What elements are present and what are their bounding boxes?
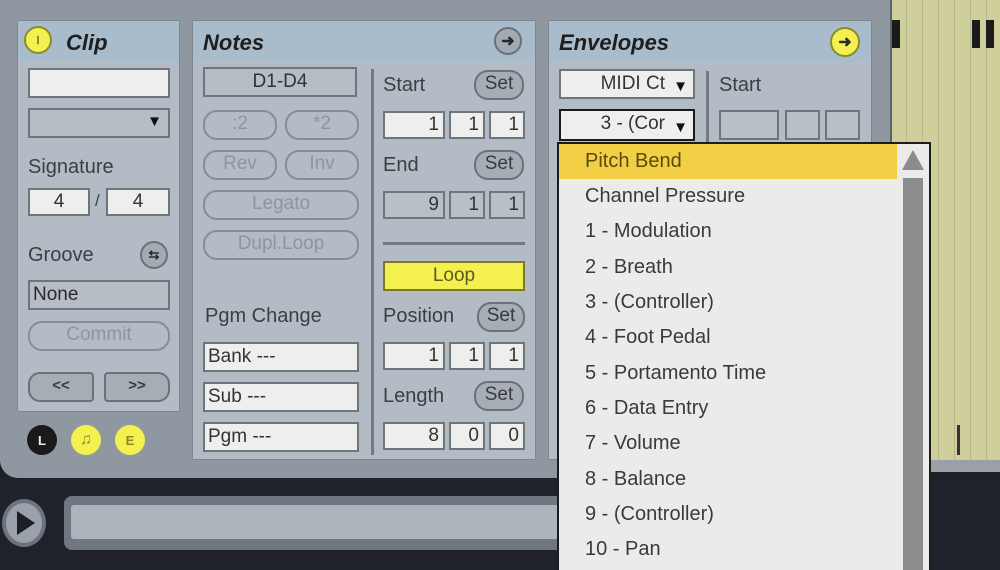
groove-field[interactable]: None xyxy=(28,280,170,310)
start-set-button[interactable]: Set xyxy=(474,70,524,100)
envelopes-divider xyxy=(706,71,709,151)
note-range-field[interactable]: D1-D4 xyxy=(203,67,357,97)
notes-expand-button[interactable]: ➜ xyxy=(494,27,522,55)
position-label: Position xyxy=(383,305,455,327)
clip-panel: ⏽ Clip ▼ Signature 4 / 4 Groove ⇆ None C… xyxy=(17,20,180,412)
clip-marker xyxy=(892,20,900,48)
envelopes-expand-button[interactable]: ➜ xyxy=(830,27,860,57)
position-sixteenth-field[interactable]: 1 xyxy=(489,342,525,370)
reverse-button[interactable]: Rev xyxy=(203,150,277,180)
start-sixteenth-field[interactable]: 1 xyxy=(489,111,525,139)
double-time-button[interactable]: *2 xyxy=(285,110,359,140)
envelope-start-beat-field[interactable] xyxy=(785,110,820,140)
length-beat-field[interactable]: 0 xyxy=(449,422,485,450)
notes-title: Notes xyxy=(203,30,265,55)
loop-toggle[interactable]: Loop xyxy=(383,261,525,291)
commit-button[interactable]: Commit xyxy=(28,321,170,351)
swap-icon: ⇆ xyxy=(148,247,160,262)
envelope-start-label: Start xyxy=(719,74,762,96)
chevron-down-icon: ▼ xyxy=(147,113,162,130)
clip-name-field[interactable] xyxy=(28,68,170,98)
dropdown-item[interactable]: 3 - (Controller) xyxy=(559,285,897,320)
start-label: Start xyxy=(383,74,426,96)
prev-button[interactable]: << xyxy=(28,372,94,402)
arrow-right-icon: ➜ xyxy=(838,34,852,51)
envelope-start-bar-field[interactable] xyxy=(719,110,779,140)
end-bar-field[interactable]: 9 xyxy=(383,191,445,219)
end-label: End xyxy=(383,154,419,176)
notes-panel: Notes ➜ D1-D4 :2 *2 Rev Inv Legato Dupl.… xyxy=(192,20,536,460)
dropdown-item[interactable]: 1 - Modulation xyxy=(559,214,897,249)
loop-divider xyxy=(383,242,525,245)
position-beat-field[interactable]: 1 xyxy=(449,342,485,370)
next-button[interactable]: >> xyxy=(104,372,170,402)
envelopes-title: Envelopes xyxy=(559,30,670,55)
clip-title: Clip xyxy=(66,30,108,55)
chevron-down-icon: ▼ xyxy=(673,119,688,136)
dropdown-item-pitch-bend[interactable]: Pitch Bend xyxy=(559,144,897,179)
start-bar-field[interactable]: 1 xyxy=(383,111,445,139)
chevron-down-icon: ▼ xyxy=(673,78,688,95)
dropdown-item[interactable]: Channel Pressure xyxy=(559,179,897,214)
dropdown-item[interactable]: 10 - Pan xyxy=(559,532,897,567)
envelope-device-select[interactable]: MIDI Ct ▼ xyxy=(559,69,695,99)
bank-field[interactable]: Bank --- xyxy=(203,342,359,372)
end-set-button[interactable]: Set xyxy=(474,150,524,180)
play-button[interactable] xyxy=(2,499,46,547)
program-field[interactable]: Pgm --- xyxy=(203,422,359,452)
notes-divider xyxy=(371,69,374,455)
groove-hot-swap-button[interactable]: ⇆ xyxy=(140,241,168,269)
length-bar-field[interactable]: 8 xyxy=(383,422,445,450)
position-bar-field[interactable]: 1 xyxy=(383,342,445,370)
end-sixteenth-field[interactable]: 1 xyxy=(489,191,525,219)
clip-marker xyxy=(986,20,994,48)
signature-denominator[interactable]: 4 xyxy=(106,188,170,216)
overview-scrubber[interactable] xyxy=(64,496,564,550)
dropdown-item[interactable]: 6 - Data Entry xyxy=(559,391,897,426)
invert-button[interactable]: Inv xyxy=(285,150,359,180)
groove-label: Groove xyxy=(28,244,94,266)
duplicate-loop-button[interactable]: Dupl.Loop xyxy=(203,230,359,260)
legato-button[interactable]: Legato xyxy=(203,190,359,220)
notes-view-button[interactable]: ♫ xyxy=(71,425,101,455)
signature-label: Signature xyxy=(28,156,114,178)
playhead-marker xyxy=(957,425,960,455)
power-icon: ⏽ xyxy=(33,32,43,47)
dropdown-item[interactable]: 5 - Portamento Time xyxy=(559,356,897,391)
sub-bank-field[interactable]: Sub --- xyxy=(203,382,359,412)
dropdown-item[interactable]: 8 - Balance xyxy=(559,462,897,497)
clip-color-select[interactable]: ▼ xyxy=(28,108,170,138)
signature-numerator[interactable]: 4 xyxy=(28,188,90,216)
envelope-start-sixteenth-field[interactable] xyxy=(825,110,860,140)
length-label: Length xyxy=(383,385,445,407)
clip-marker xyxy=(972,20,980,48)
clip-activator-button[interactable]: ⏽ xyxy=(24,26,52,54)
dropdown-item[interactable]: 7 - Volume xyxy=(559,426,897,461)
position-set-button[interactable]: Set xyxy=(477,302,525,332)
half-time-button[interactable]: :2 xyxy=(203,110,277,140)
scrubber-track[interactable] xyxy=(71,505,564,539)
envelope-control-dropdown[interactable]: Pitch Bend Channel Pressure 1 - Modulati… xyxy=(557,142,931,570)
dropdown-item[interactable]: 4 - Foot Pedal xyxy=(559,320,897,355)
end-beat-field[interactable]: 1 xyxy=(449,191,485,219)
scroll-up-icon[interactable] xyxy=(902,150,924,170)
dropdown-scrollbar[interactable] xyxy=(903,178,923,570)
dropdown-item[interactable]: 2 - Breath xyxy=(559,250,897,285)
start-beat-field[interactable]: 1 xyxy=(449,111,485,139)
dropdown-item[interactable]: 9 - (Controller) xyxy=(559,497,897,532)
pgm-change-label: Pgm Change xyxy=(205,305,322,327)
envelope-control-select[interactable]: 3 - (Cor ▼ xyxy=(559,109,695,141)
signature-separator: / xyxy=(95,191,100,210)
arrow-right-icon: ➜ xyxy=(501,33,515,50)
length-sixteenth-field[interactable]: 0 xyxy=(489,422,525,450)
envelopes-view-button[interactable]: E xyxy=(115,425,145,455)
launch-view-button[interactable]: L xyxy=(27,425,57,455)
length-set-button[interactable]: Set xyxy=(474,381,524,411)
